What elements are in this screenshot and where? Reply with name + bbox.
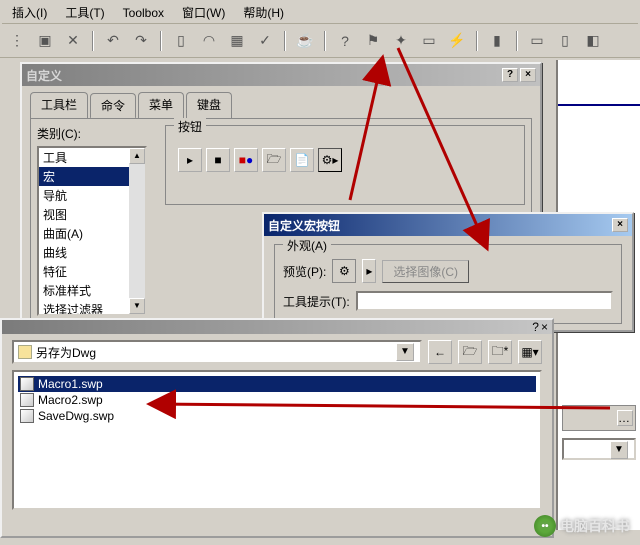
buttons-fieldset: 按钮 ▸ ■ ■● 🗁 📄 ⚙▸: [165, 125, 525, 205]
macro-button-6[interactable]: ⚙▸: [318, 148, 342, 172]
tool-grip-icon: ⋮: [4, 28, 30, 54]
file-dialog-toolbar: 另存为Dwg ▼ ← 🗁 🗀* ▦▾: [2, 334, 552, 370]
toolbar-separator: [516, 31, 518, 51]
macro-button-5[interactable]: 📄: [290, 148, 314, 172]
preview-dropdown-icon[interactable]: ▸: [362, 259, 376, 283]
file-dialog-titlebar: ? ×: [2, 320, 552, 334]
preview-image: ⚙: [332, 259, 356, 283]
right-panel-control[interactable]: …: [562, 405, 636, 431]
file-item[interactable]: SaveDwg.swp: [18, 408, 536, 424]
menu-tools[interactable]: 工具(T): [61, 2, 108, 23]
macro-button-1[interactable]: ▸: [178, 148, 202, 172]
macro-button-3[interactable]: ■●: [234, 148, 258, 172]
tab-menu[interactable]: 菜单: [138, 92, 184, 118]
file-item[interactable]: Macro2.swp: [18, 392, 536, 408]
watermark-icon: ••: [534, 515, 556, 537]
tooltip-label: 工具提示(T):: [283, 293, 350, 310]
scroll-down-icon[interactable]: ▼: [129, 298, 145, 314]
swp-file-icon: [20, 377, 34, 391]
tool-vbar-icon[interactable]: ▮: [484, 28, 510, 54]
location-dropdown-icon[interactable]: ▼: [396, 343, 414, 361]
tool-check-icon[interactable]: ✓: [252, 28, 278, 54]
tool-arc-icon[interactable]: ◠: [196, 28, 222, 54]
watermark-text: 电脑百科书: [560, 516, 630, 536]
file-item[interactable]: Macro1.swp: [18, 376, 536, 392]
menu-window[interactable]: 窗口(W): [178, 2, 229, 23]
macro-button-titlebar: 自定义宏按钮 ×: [264, 214, 632, 236]
customize-title: 自定义: [26, 67, 62, 84]
file-name: Macro1.swp: [38, 377, 103, 391]
swp-file-icon: [20, 409, 34, 423]
location-text: 另存为Dwg: [36, 344, 96, 361]
back-button-icon[interactable]: ←: [428, 340, 452, 364]
new-folder-icon[interactable]: 🗀*: [488, 340, 512, 364]
tool-redo-icon[interactable]: ↷: [128, 28, 154, 54]
views-menu-icon[interactable]: ▦▾: [518, 340, 542, 364]
swp-file-icon: [20, 393, 34, 407]
macro-button-4[interactable]: 🗁: [262, 148, 286, 172]
right-panel-divider: [558, 104, 640, 106]
appearance-fieldset: 外观(A) 预览(P): ⚙ ▸ 选择图像(C) 工具提示(T):: [274, 244, 622, 324]
select-image-button[interactable]: 选择图像(C): [382, 260, 469, 283]
file-name: SaveDwg.swp: [38, 409, 114, 423]
macro-button-close[interactable]: ×: [612, 218, 628, 232]
file-dialog: ? × 另存为Dwg ▼ ← 🗁 🗀* ▦▾ Macro1.swp Macro2…: [0, 318, 554, 538]
tool-star-icon[interactable]: ✦: [388, 28, 414, 54]
tool-misc-2-icon[interactable]: ▯: [552, 28, 578, 54]
macro-button-dialog: 自定义宏按钮 × 外观(A) 预览(P): ⚙ ▸ 选择图像(C) 工具提示(T…: [262, 212, 634, 332]
appearance-legend: 外观(A): [283, 237, 331, 254]
tool-misc-3-icon[interactable]: ◧: [580, 28, 606, 54]
right-panel-select[interactable]: ▼: [562, 438, 636, 460]
file-list[interactable]: Macro1.swp Macro2.swp SaveDwg.swp: [12, 370, 542, 510]
file-name: Macro2.swp: [38, 393, 103, 407]
category-scrollbar[interactable]: ▲ ▼: [129, 148, 145, 314]
watermark: •• 电脑百科书: [534, 515, 630, 537]
toolbar-separator: [284, 31, 286, 51]
tool-cylinder-icon[interactable]: ▯: [168, 28, 194, 54]
customize-help-button[interactable]: ?: [502, 68, 518, 82]
file-dialog-close-button[interactable]: ×: [541, 320, 548, 334]
toolbar-separator: [160, 31, 162, 51]
customize-titlebar: 自定义 ? ×: [22, 64, 540, 86]
preview-label: 预览(P):: [283, 263, 326, 280]
macro-button-2[interactable]: ■: [206, 148, 230, 172]
toolbar-separator: [92, 31, 94, 51]
menu-help[interactable]: 帮助(H): [239, 2, 288, 23]
toolbar-separator: [324, 31, 326, 51]
buttons-legend: 按钮: [174, 118, 206, 135]
tool-copy-icon[interactable]: ▣: [32, 28, 58, 54]
menu-bar: 插入(I) 工具(T) Toolbox 窗口(W) 帮助(H): [2, 2, 638, 24]
tool-help-icon[interactable]: ?: [332, 28, 358, 54]
customize-tabs: 工具栏 命令 菜单 键盘: [22, 86, 540, 118]
toolbar-separator: [476, 31, 478, 51]
tab-commands[interactable]: 命令: [90, 93, 136, 119]
tool-flag-icon[interactable]: ⚑: [360, 28, 386, 54]
tooltip-input[interactable]: [356, 291, 613, 311]
tool-delete-icon[interactable]: ✕: [60, 28, 86, 54]
tool-undo-icon[interactable]: ↶: [100, 28, 126, 54]
customize-close-button[interactable]: ×: [520, 68, 536, 82]
main-toolbar: ⋮ ▣ ✕ ↶ ↷ ▯ ◠ ▦ ✓ ☕ ? ⚑ ✦ ▭ ⚡ ▮ ▭ ▯ ◧: [0, 24, 640, 58]
menu-toolbox[interactable]: Toolbox: [119, 4, 168, 22]
tab-toolbar[interactable]: 工具栏: [30, 92, 88, 118]
folder-icon: [18, 345, 32, 359]
category-label: 类别(C):: [37, 127, 81, 141]
scroll-up-icon[interactable]: ▲: [129, 148, 145, 164]
category-listbox[interactable]: 工具 宏 导航 视图 曲面(A) 曲线 特征 标准样式 选择过滤器 注解 添加工…: [37, 146, 147, 316]
tab-keyboard[interactable]: 键盘: [186, 92, 232, 118]
file-dialog-help-button[interactable]: ?: [532, 320, 539, 334]
tool-bolt-icon[interactable]: ⚡: [444, 28, 470, 54]
tool-book-icon[interactable]: ▭: [416, 28, 442, 54]
tool-misc-1-icon[interactable]: ▭: [524, 28, 550, 54]
tool-grid-icon[interactable]: ▦: [224, 28, 250, 54]
macro-button-title: 自定义宏按钮: [268, 217, 340, 234]
tool-cup-icon[interactable]: ☕: [292, 28, 318, 54]
location-combo[interactable]: 另存为Dwg ▼: [12, 340, 422, 364]
up-folder-icon[interactable]: 🗁: [458, 340, 482, 364]
menu-insert[interactable]: 插入(I): [8, 2, 51, 23]
